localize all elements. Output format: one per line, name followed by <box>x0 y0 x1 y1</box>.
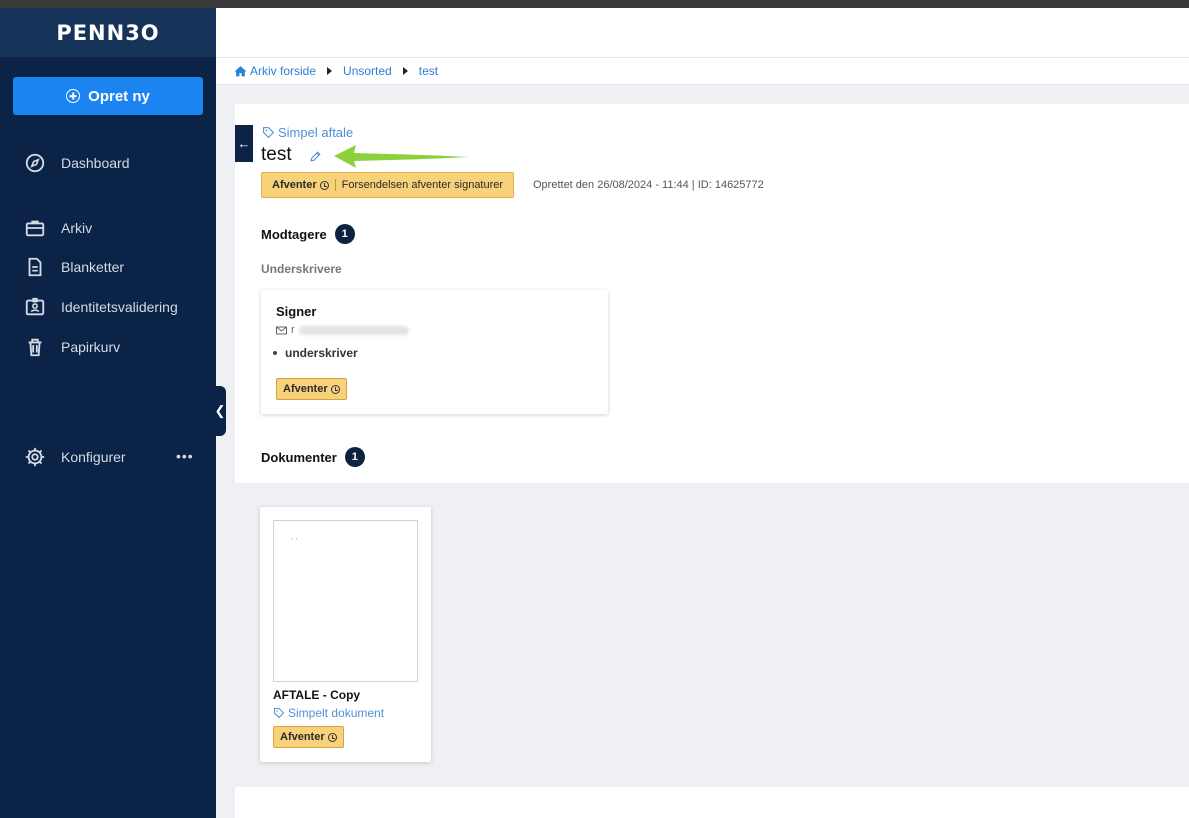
sidebar-item-label: Papirkurv <box>61 339 121 355</box>
signer-email: r <box>276 324 409 336</box>
next-section-panel <box>235 787 1189 818</box>
document-type-label: Simpelt dokument <box>288 706 385 720</box>
signer-name: Signer <box>276 304 317 319</box>
breadcrumb-label: Arkiv forside <box>250 64 317 78</box>
documents-heading-label: Dokumenter <box>261 449 337 465</box>
clock-icon <box>327 732 337 742</box>
document-thumbnail[interactable]: ` ` <box>273 520 418 682</box>
document-icon <box>28 257 42 277</box>
more-options-icon[interactable]: ••• <box>176 448 194 464</box>
status-text: Forsendelsen afventer signaturer <box>341 179 504 191</box>
case-meta: Oprettet den 26/08/2024 - 11:44 | ID: 14… <box>533 179 764 191</box>
clock-icon <box>330 384 340 394</box>
id-badge-icon <box>25 297 45 316</box>
gear-icon <box>25 447 45 467</box>
signers-subheading: Underskrivere <box>261 262 342 276</box>
bullet <box>273 351 277 355</box>
document-title: AFTALE - Copy <box>273 688 361 702</box>
tag-icon <box>263 127 275 139</box>
sidebar-item-arkiv[interactable]: Arkiv <box>24 217 92 239</box>
brand-text: PENN3O <box>56 20 160 45</box>
sidebar-item-blanketter[interactable]: Blanketter <box>24 256 124 278</box>
documents-count-badge: 1 <box>344 447 365 467</box>
annotation-arrow <box>334 145 468 168</box>
signer-role: underskriver <box>273 346 358 360</box>
signer-status-label: Afventer <box>283 383 328 395</box>
sidebar: PENN3O Opret ny Dashboard Arkiv Blankett… <box>0 8 216 818</box>
sidebar-item-identitetsvalidering[interactable]: Identitetsvalidering <box>24 296 178 318</box>
divider <box>334 179 336 191</box>
breadcrumb-separator-icon <box>402 67 408 75</box>
signer-role-label: underskriver <box>285 346 358 360</box>
trash-icon <box>28 338 42 357</box>
tag-icon <box>274 708 285 719</box>
breadcrumb-unsorted[interactable]: Unsorted <box>343 64 392 78</box>
plus-circle-icon <box>66 89 81 103</box>
clock-icon <box>319 180 329 190</box>
sidebar-item-dashboard[interactable]: Dashboard <box>24 152 130 174</box>
signer-card[interactable]: Signer r underskriver Afventer <box>261 290 608 414</box>
documents-heading: Dokumenter 1 <box>261 447 365 467</box>
breadcrumb: Arkiv forside Unsorted test <box>216 58 1189 85</box>
recipients-heading-label: Modtagere <box>261 226 327 242</box>
chevron-left-icon: ❮ <box>214 403 226 418</box>
envelope-icon <box>276 326 287 334</box>
case-status-pill: Afventer Forsendelsen afventer signature… <box>261 172 515 198</box>
sidebar-item-label: Konfigurer <box>61 449 126 465</box>
case-type-label: Simpel aftale <box>278 125 354 140</box>
page-title: test <box>261 144 292 165</box>
thumbnail-text: ` ` <box>291 539 298 546</box>
recipients-count-badge: 1 <box>334 224 355 244</box>
home-icon <box>234 66 247 77</box>
breadcrumb-separator-icon <box>327 67 333 75</box>
arrow-left-icon: ← <box>237 136 251 151</box>
sidebar-item-papirkurv[interactable]: Papirkurv <box>24 336 120 358</box>
sidebar-item-konfigurer[interactable]: Konfigurer <box>24 446 126 468</box>
status-label-group: Afventer <box>272 179 329 191</box>
create-new-label: Opret ny <box>88 87 150 105</box>
breadcrumb-label: test <box>418 64 439 78</box>
sidebar-item-label: Arkiv <box>61 220 93 236</box>
breadcrumb-label: Unsorted <box>343 64 392 78</box>
signer-email-text: r <box>291 324 295 336</box>
case-type-tag[interactable]: Simpel aftale <box>262 125 353 140</box>
sidebar-item-label: Identitetsvalidering <box>61 299 178 315</box>
sidebar-item-label: Blanketter <box>61 259 125 275</box>
sidebar-item-label: Dashboard <box>61 155 130 171</box>
breadcrumb-home[interactable]: Arkiv forside <box>234 64 316 78</box>
compass-icon <box>25 153 45 173</box>
breadcrumb-current[interactable]: test <box>419 64 438 78</box>
sidebar-collapse-button[interactable]: ❮ <box>214 386 226 436</box>
top-header <box>216 8 1189 58</box>
window-top-strip <box>0 0 1189 8</box>
document-type-tag[interactable]: Simpelt dokument <box>273 706 384 720</box>
status-label: Afventer <box>272 179 317 191</box>
document-status-label: Afventer <box>280 731 325 743</box>
document-status-badge: Afventer <box>273 726 344 748</box>
document-card[interactable]: ` ` AFTALE - Copy Simpelt dokument Afven… <box>260 507 431 762</box>
redacted-email <box>298 325 409 335</box>
signer-status-badge: Afventer <box>276 378 347 400</box>
back-button[interactable]: ← <box>235 125 253 162</box>
briefcase-icon <box>25 220 45 237</box>
pencil-icon[interactable] <box>309 150 322 163</box>
brand-logo[interactable]: PENN3O <box>0 8 216 57</box>
create-new-button[interactable]: Opret ny <box>13 77 203 115</box>
recipients-heading: Modtagere 1 <box>261 224 355 244</box>
